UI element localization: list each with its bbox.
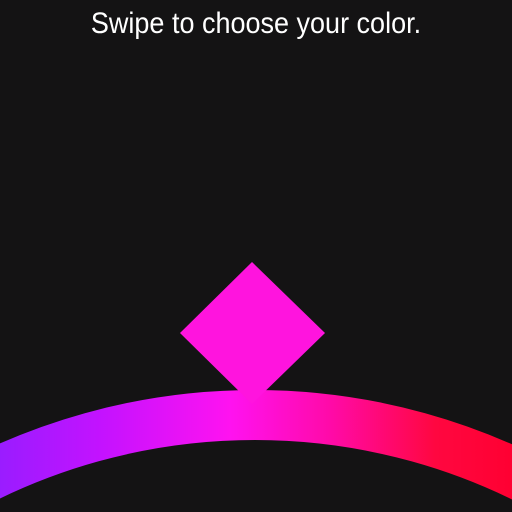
color-picker [0,262,512,500]
diamond-icon [180,262,325,404]
color-picker-screen: Swipe to choose your color. [0,0,512,512]
color-wheel-arc[interactable] [0,390,512,500]
